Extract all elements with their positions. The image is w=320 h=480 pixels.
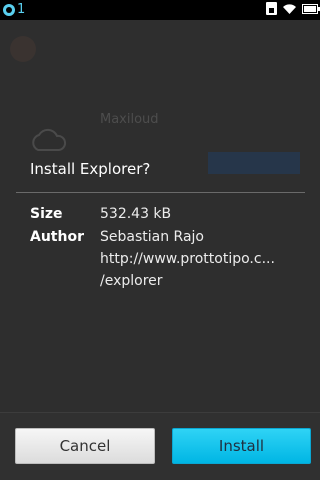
background-avatar [10,36,36,62]
status-right [266,2,320,15]
dialog-title: Install Explorer? [30,160,151,178]
size-value: 532.43 kB [100,206,172,222]
sim-icon [266,2,277,15]
author-label: Author [30,229,84,245]
cancel-button[interactable]: Cancel [15,428,155,464]
battery-icon [302,3,320,14]
size-row: Size [30,206,100,222]
status-left: 1 [3,2,25,17]
action-bar: Cancel Install [0,412,320,480]
status-bar: 1 [0,0,320,20]
author-url-line2: /explorer [100,273,163,289]
wifi-icon [283,3,296,14]
notification-count: 1 [17,2,26,17]
author-row: Author [30,229,100,245]
author-value: Sebastian Rajo [100,229,204,245]
screen: 1 Maxiloud Install Explorer? Size 532.43… [0,0,320,480]
dialog-divider [16,192,305,193]
author-url-line1: http://www.prottotipo.c... [100,251,275,267]
install-button[interactable]: Install [172,428,311,464]
background-app-title: Maxiloud [100,112,159,127]
size-label: Size [30,206,63,222]
notification-icon[interactable] [3,3,15,16]
